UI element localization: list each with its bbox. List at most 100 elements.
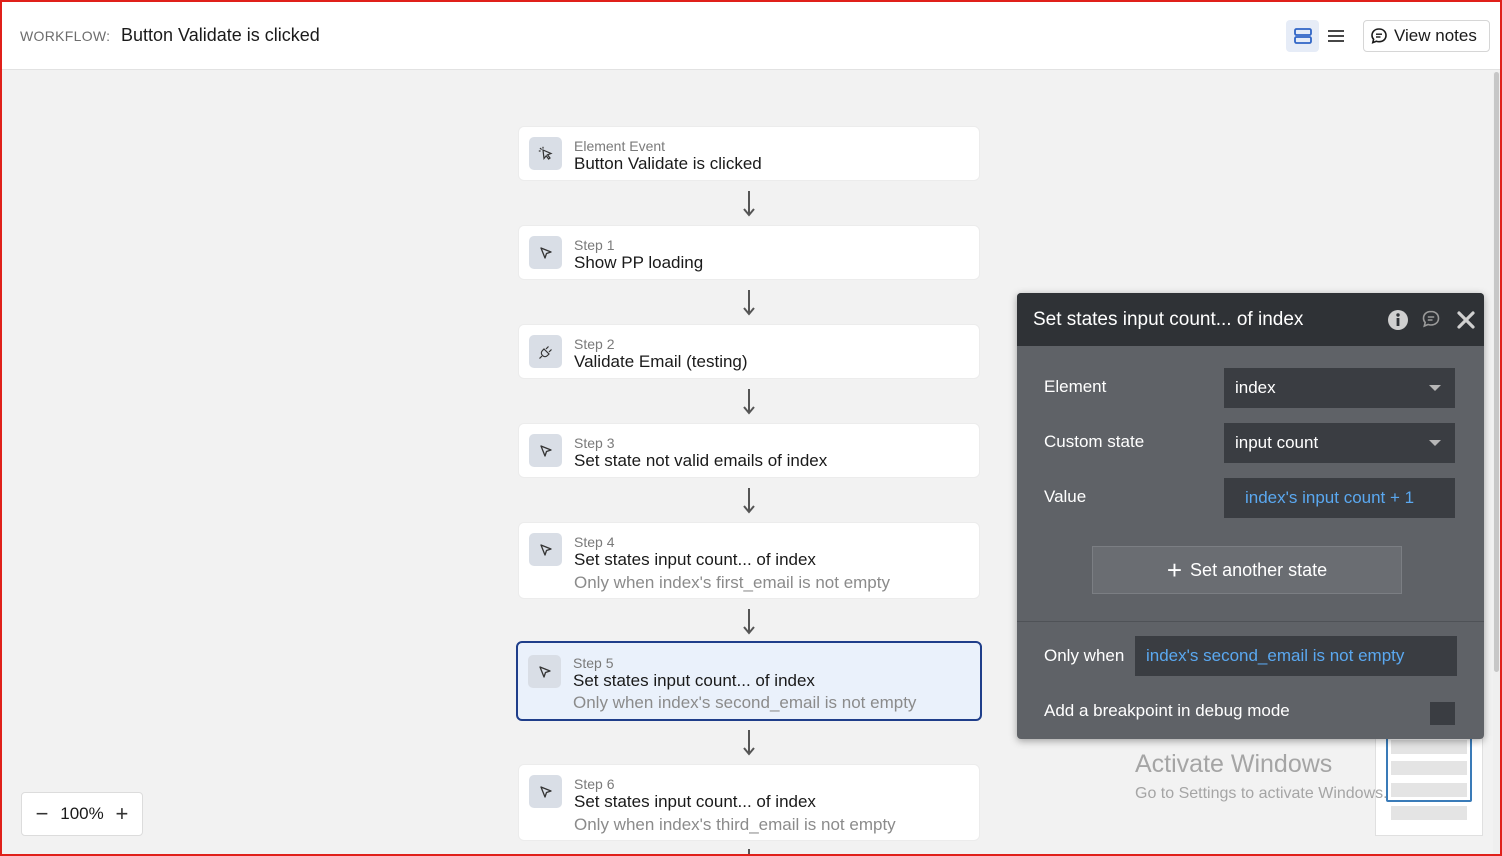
workflow-step-card[interactable]: Step 3 Set state not valid emails of ind… bbox=[518, 423, 980, 478]
step-icon-box bbox=[529, 236, 562, 269]
step-title: Set states input count... of index bbox=[573, 671, 815, 690]
step-title: Set states input count... of index bbox=[574, 550, 816, 569]
step-title: Button Validate is clicked bbox=[574, 154, 762, 173]
value-label: Value bbox=[1044, 487, 1087, 506]
step-label: Step 2 bbox=[574, 336, 615, 352]
step-title: Validate Email (testing) bbox=[574, 352, 748, 371]
pointer-click-icon bbox=[538, 146, 553, 160]
info-icon bbox=[1388, 310, 1408, 330]
breakpoint-checkbox[interactable] bbox=[1430, 702, 1455, 725]
flow-arrow bbox=[743, 190, 755, 218]
step-label: Step 4 bbox=[574, 534, 615, 550]
zoom-level: 100% bbox=[60, 804, 104, 823]
element-dropdown[interactable]: index bbox=[1224, 368, 1455, 408]
action-property-panel: Set states input count... of index Eleme… bbox=[1017, 293, 1484, 739]
step-title: Show PP loading bbox=[574, 253, 704, 272]
step-label: Step 6 bbox=[574, 776, 615, 792]
step-icon-box bbox=[529, 533, 562, 566]
step-icon-box bbox=[529, 434, 562, 467]
custom-state-label: Custom state bbox=[1044, 432, 1145, 451]
watermark-title: Activate Windows bbox=[1135, 750, 1333, 778]
flow-arrow bbox=[743, 487, 755, 515]
comment-button[interactable] bbox=[1421, 309, 1441, 329]
minimap-viewport[interactable] bbox=[1386, 730, 1472, 802]
workflow-step-card-selected[interactable]: Step 5 Set states input count... of inde… bbox=[516, 641, 982, 721]
cursor-icon bbox=[539, 543, 552, 556]
set-another-state-button[interactable]: + Set another state bbox=[1092, 546, 1402, 594]
card-view-button[interactable] bbox=[1286, 20, 1319, 52]
workflow-header: WORKFLOW: Button Validate is clicked Vie… bbox=[0, 0, 1502, 70]
zoom-out-button[interactable]: − bbox=[34, 803, 50, 825]
close-button[interactable] bbox=[1457, 311, 1475, 329]
arrow-down-icon bbox=[743, 290, 755, 316]
custom-state-dropdown[interactable]: input count bbox=[1224, 423, 1455, 463]
workflow-step-card[interactable]: Step 2 Validate Email (testing) bbox=[518, 324, 980, 379]
step-condition: Only when index's first_email is not emp… bbox=[574, 573, 890, 592]
panel-title: Set states input count... of index bbox=[1033, 309, 1304, 330]
workflow-step-card[interactable]: Step 1 Show PP loading bbox=[518, 225, 980, 280]
element-label: Element bbox=[1044, 377, 1107, 396]
list-icon bbox=[1327, 30, 1344, 42]
step-icon-box bbox=[529, 335, 562, 368]
panel-header[interactable]: Set states input count... of index bbox=[1017, 293, 1484, 346]
workflow-step-card[interactable]: Step 6 Set states input count... of inde… bbox=[518, 764, 980, 841]
view-notes-label: View notes bbox=[1394, 26, 1477, 45]
step-condition: Only when index's third_email is not emp… bbox=[574, 815, 896, 834]
plugin-icon bbox=[538, 345, 552, 359]
step-label: Step 1 bbox=[574, 237, 615, 253]
arrow-down-icon bbox=[743, 389, 755, 415]
scrollbar-thumb[interactable] bbox=[1494, 72, 1499, 672]
arrow-down-icon bbox=[743, 609, 755, 635]
event-icon-box bbox=[529, 137, 562, 170]
step-title: Set states input count... of index bbox=[574, 792, 816, 811]
step-icon-box bbox=[529, 775, 562, 808]
workflow-event-card[interactable]: Element Event Button Validate is clicked bbox=[518, 126, 980, 181]
comment-icon bbox=[1422, 310, 1440, 328]
plus-icon: + bbox=[1166, 555, 1183, 585]
cursor-icon bbox=[539, 246, 552, 259]
breakpoint-label: Add a breakpoint in debug mode bbox=[1044, 701, 1290, 720]
step-label: Step 5 bbox=[573, 655, 614, 671]
workflow-label: WORKFLOW: bbox=[20, 28, 111, 44]
flow-arrow bbox=[743, 388, 755, 416]
arrow-down-icon bbox=[743, 191, 755, 217]
step-label: Element Event bbox=[574, 138, 666, 154]
flow-arrow bbox=[743, 608, 755, 636]
activate-windows-watermark: Activate Windows Go to Settings to activ… bbox=[1135, 750, 1388, 803]
element-value: index bbox=[1235, 378, 1276, 397]
workflow-step-card[interactable]: Step 4 Set states input count... of inde… bbox=[518, 522, 980, 599]
step-title: Set state not valid emails of index bbox=[574, 451, 828, 470]
cursor-icon bbox=[538, 665, 551, 678]
chevron-down-icon bbox=[1429, 440, 1441, 446]
only-when-expression: index's second_email is not empty bbox=[1146, 646, 1405, 665]
close-icon bbox=[1457, 311, 1475, 329]
workflow-title[interactable]: Button Validate is clicked bbox=[121, 25, 320, 46]
list-view-button[interactable] bbox=[1319, 20, 1352, 52]
flow-arrow bbox=[743, 848, 755, 854]
value-expression: index's input count + 1 bbox=[1245, 488, 1415, 507]
flow-arrow bbox=[743, 729, 755, 757]
step-icon-box bbox=[528, 655, 561, 688]
minimap-item bbox=[1391, 806, 1467, 820]
panel-divider bbox=[1017, 621, 1484, 622]
value-expression-field[interactable]: index's input count + 1 bbox=[1224, 478, 1455, 518]
only-when-label: Only when bbox=[1044, 646, 1125, 665]
arrow-down-icon bbox=[748, 849, 750, 854]
info-button[interactable] bbox=[1387, 309, 1409, 331]
zoom-control: − 100% + bbox=[21, 792, 143, 836]
watermark-subtitle: Go to Settings to activate Windows. bbox=[1135, 785, 1388, 802]
arrow-down-icon bbox=[743, 730, 755, 756]
custom-state-value: input count bbox=[1235, 433, 1319, 452]
step-label: Step 3 bbox=[574, 435, 615, 451]
zoom-in-button[interactable]: + bbox=[114, 803, 130, 825]
cursor-icon bbox=[539, 785, 552, 798]
set-another-state-label: Set another state bbox=[1190, 559, 1328, 580]
view-notes-button[interactable]: View notes bbox=[1363, 20, 1490, 52]
chevron-down-icon bbox=[1429, 385, 1441, 391]
view-toggle bbox=[1286, 20, 1352, 52]
step-condition: Only when index's second_email is not em… bbox=[573, 693, 917, 712]
comment-icon bbox=[1371, 28, 1387, 44]
arrow-down-icon bbox=[743, 488, 755, 514]
only-when-field[interactable]: index's second_email is not empty bbox=[1135, 636, 1457, 676]
card-layout-icon bbox=[1293, 28, 1312, 44]
